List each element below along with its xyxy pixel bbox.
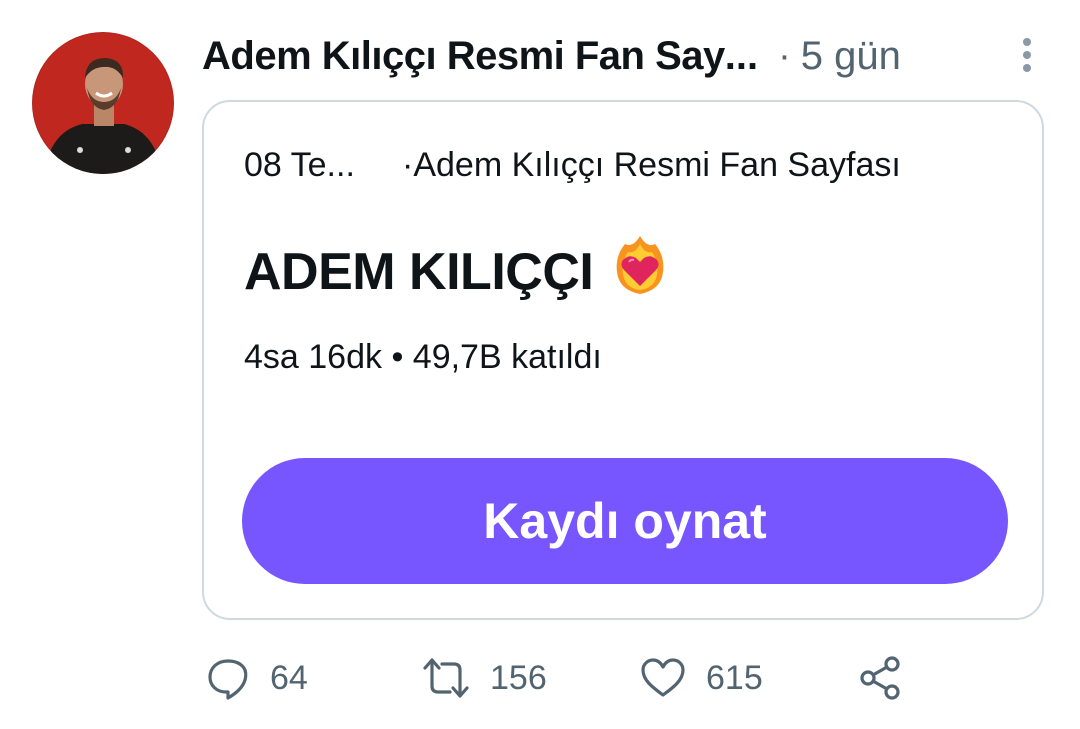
retweet-count: 156: [490, 658, 547, 697]
space-meta: 08 Te... · Adem Kılıççı Resmi Fan Sayfas…: [244, 146, 901, 185]
more-options-button[interactable]: [1010, 36, 1044, 76]
space-host: Adem Kılıççı Resmi Fan Sayfası: [413, 146, 901, 184]
reply-button[interactable]: 64: [206, 650, 308, 706]
more-vertical-icon: [1023, 38, 1031, 72]
like-button[interactable]: 615: [640, 650, 763, 706]
space-stats: 4sa 16dk • 49,7B katıldı: [244, 338, 602, 376]
retweet-icon: [423, 658, 469, 698]
like-count: 615: [706, 658, 763, 697]
host-separator: ·: [402, 146, 414, 184]
space-date: 08 Te...: [244, 146, 355, 184]
reply-icon: [208, 659, 248, 700]
space-title: ADEM KILIÇÇI: [244, 242, 594, 301]
space-card[interactable]: 08 Te... · Adem Kılıççı Resmi Fan Sayfas…: [202, 100, 1044, 620]
share-button[interactable]: [858, 650, 904, 706]
play-recording-button[interactable]: Kaydı oynat: [242, 458, 1008, 584]
author-name-ellipsis: ...: [724, 33, 759, 78]
tweet-actions: 64 156 615: [202, 650, 962, 706]
retweet-button[interactable]: 156: [422, 650, 547, 706]
author-name[interactable]: Adem Kılıççı Resmi Fan Say: [202, 34, 725, 79]
timestamp[interactable]: 5 gün: [801, 34, 901, 79]
heart-on-fire-icon: [611, 234, 669, 309]
heart-icon: [641, 658, 685, 697]
author-avatar[interactable]: [32, 32, 174, 174]
share-icon: [860, 656, 900, 700]
space-title-row: ADEM KILIÇÇI: [244, 234, 669, 309]
tweet-header: Adem Kılıççı Resmi Fan Say... · 5 gün: [202, 28, 1032, 84]
avatar-image: [32, 32, 174, 174]
reply-count: 64: [270, 658, 308, 697]
header-separator: ·: [778, 34, 791, 77]
